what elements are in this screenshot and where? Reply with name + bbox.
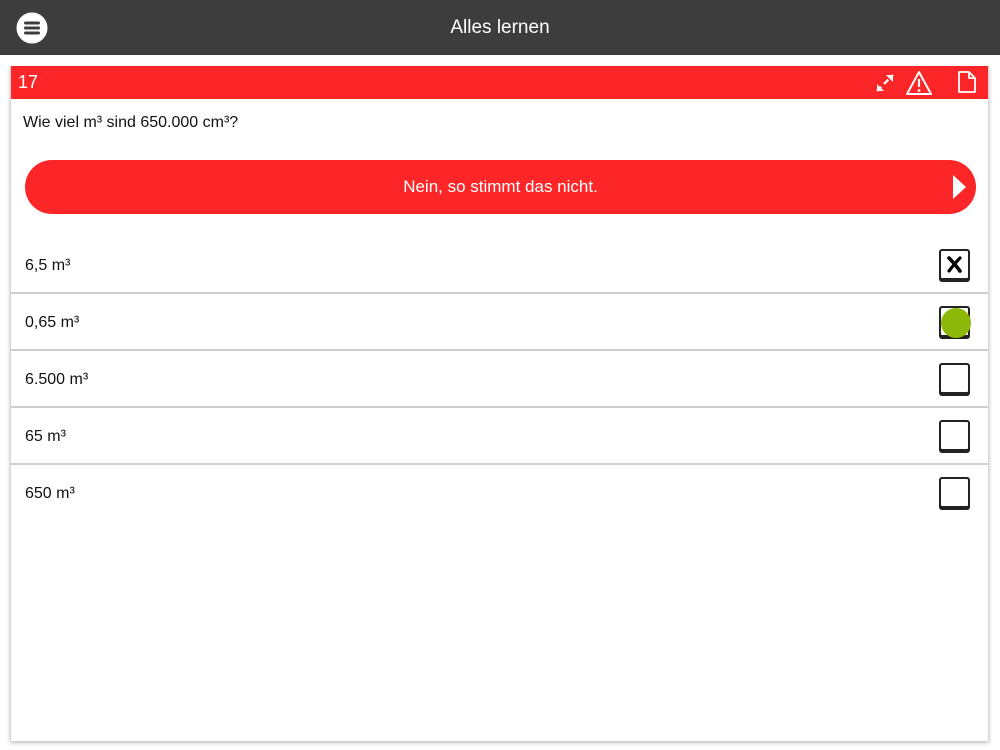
answer-option[interactable]: 6.500 m³ xyxy=(11,351,988,408)
answer-checkbox[interactable] xyxy=(939,477,970,508)
cross-mark-icon xyxy=(947,256,962,273)
correct-answer-marker xyxy=(941,308,971,338)
warning-icon[interactable] xyxy=(905,70,933,96)
answer-checkbox[interactable] xyxy=(939,420,970,451)
answer-checkbox[interactable] xyxy=(939,363,970,394)
question-text: Wie viel m³ sind 650.000 cm³? xyxy=(23,114,239,131)
answer-option[interactable]: 0,65 m³ xyxy=(11,294,988,351)
note-icon[interactable] xyxy=(956,70,978,96)
page-title: Alles lernen xyxy=(450,17,550,38)
answer-list: 6,5 m³ 0,65 m³ 6.500 m³ 65 m³ 650 m³ xyxy=(11,237,988,522)
question-card-header: 17 xyxy=(11,66,988,99)
question-card: 17 Wie viel m³ sind 650.000 cm³? Nein, s… xyxy=(10,66,989,741)
answer-option[interactable]: 6,5 m³ xyxy=(11,237,988,294)
answer-label: 0,65 m³ xyxy=(25,314,80,331)
play-arrow-icon xyxy=(953,175,966,199)
answer-option[interactable]: 650 m³ xyxy=(11,465,988,522)
feedback-text: Nein, so stimmt das nicht. xyxy=(403,177,598,196)
answer-label: 650 m³ xyxy=(25,485,75,502)
top-app-bar: Alles lernen xyxy=(0,0,1000,55)
answer-option[interactable]: 65 m³ xyxy=(11,408,988,465)
answer-checkbox[interactable] xyxy=(939,249,970,280)
expand-arrows-icon[interactable] xyxy=(872,70,898,96)
answer-checkbox[interactable] xyxy=(939,306,971,338)
answer-label: 6,5 m³ xyxy=(25,257,71,274)
answer-label: 65 m³ xyxy=(25,428,66,445)
answer-label: 6.500 m³ xyxy=(25,371,89,388)
question-number: 17 xyxy=(18,72,39,92)
feedback-button[interactable]: Nein, so stimmt das nicht. xyxy=(25,160,976,214)
